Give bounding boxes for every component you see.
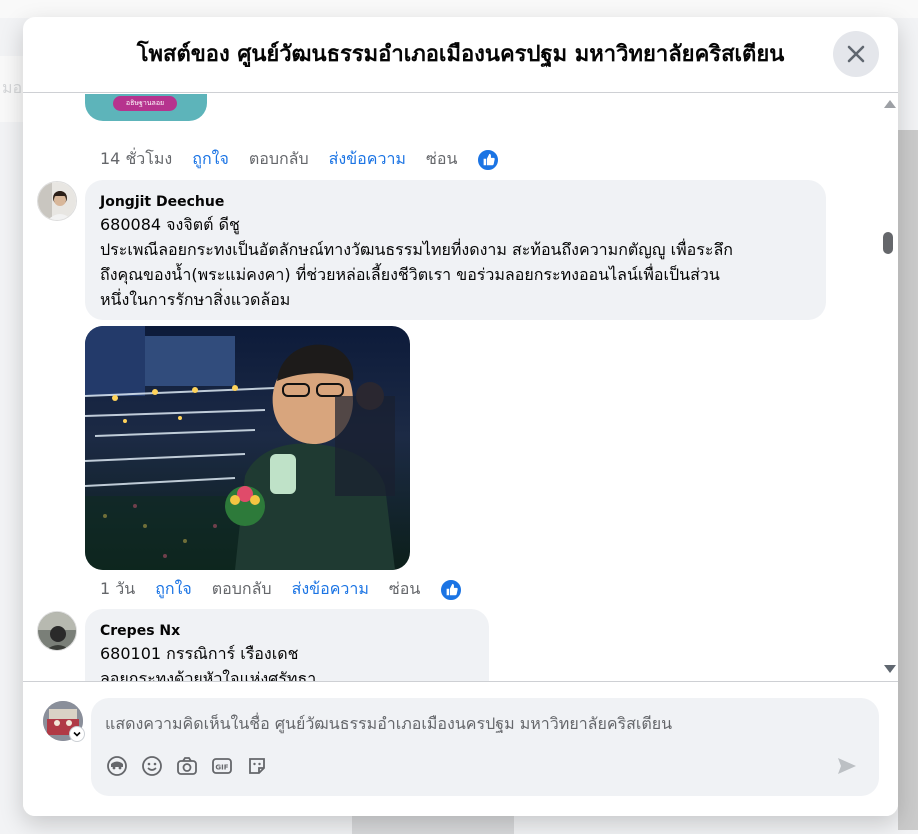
like-button[interactable]: ถูกใจ [155,577,192,602]
scroll-up-arrow-icon[interactable] [884,100,896,108]
comment-author[interactable]: Jongjit Deechue [100,192,810,212]
previous-comment-actions: 14 ชั่วโมง ถูกใจ ตอบกลับ ส่งข้อความ ซ่อน [100,147,500,172]
composer-tools: GIF [105,754,280,778]
reply-button[interactable]: ตอบกลับ [249,147,309,172]
sticker-icon[interactable] [245,754,269,778]
hide-button[interactable]: ซ่อน [426,147,457,172]
svg-text:GIF: GIF [215,764,228,772]
comment-time[interactable]: 14 ชั่วโมง [100,147,172,172]
comment-text: 680101 กรรณิการ์ เรืองเดช ลอยกระทงด้วยหั… [100,644,317,681]
reply-button[interactable]: ตอบกลับ [212,577,272,602]
send-message-button[interactable]: ส่งข้อความ [329,147,406,172]
scroll-thumb[interactable] [883,232,893,254]
previous-comment-image[interactable]: อธิษฐานลอย [85,94,207,121]
comment-time[interactable]: 1 วัน [100,577,135,602]
comment-text: 680084 จงจิตต์ ดีชู ประเพณีลอยกระทงเป็นอ… [100,215,733,309]
send-icon[interactable] [835,754,859,778]
comment-composer: GIF [23,681,898,816]
scroll-down-arrow-icon[interactable] [884,665,896,673]
gif-icon[interactable]: GIF [210,754,234,778]
hide-button[interactable]: ซ่อน [389,577,420,602]
comments-scroll-area[interactable]: อธิษฐานลอย 14 ชั่วโมง ถูกใจ ตอบกลับ ส่งข… [23,94,898,681]
camera-icon[interactable] [175,754,199,778]
comment-photo[interactable] [85,326,410,570]
comment-input-box: GIF [91,698,879,796]
like-reaction-icon[interactable] [477,148,500,171]
comment-bubble-jongjit: Jongjit Deechue 680084 จงจิตต์ ดีชู ประเ… [85,180,826,320]
send-message-button[interactable]: ส่งข้อความ [292,577,369,602]
post-dialog: โพสต์ของ ศูนย์วัฒนธรรมอำเภอเมืองนครปฐม ม… [23,17,898,816]
comment-actions: 1 วัน ถูกใจ ตอบกลับ ส่งข้อความ ซ่อน [100,577,463,602]
like-button[interactable]: ถูกใจ [192,147,229,172]
comment-author[interactable]: Crepes Nx [100,621,473,641]
previous-image-badge: อธิษฐานลอย [113,96,177,111]
avatar-sticker-icon[interactable] [105,754,129,778]
close-icon [847,45,865,63]
close-button[interactable] [833,31,879,77]
comment-input[interactable] [105,708,865,738]
dialog-header: โพสต์ของ ศูนย์วัฒนธรรมอำเภอเมืองนครปฐม ม… [23,17,898,93]
scrollbar[interactable] [880,94,898,681]
avatar-crepes[interactable] [37,611,77,651]
avatar-jongjit[interactable] [37,181,77,221]
comment-bubble-crepes: Crepes Nx 680101 กรรณิการ์ เรืองเดช ลอยก… [85,609,489,681]
like-reaction-icon[interactable] [440,578,463,601]
dialog-title: โพสต์ของ ศูนย์วัฒนธรรมอำเภอเมืองนครปฐม ม… [136,41,785,67]
emoji-icon[interactable] [140,754,164,778]
chevron-down-icon[interactable] [69,726,85,742]
